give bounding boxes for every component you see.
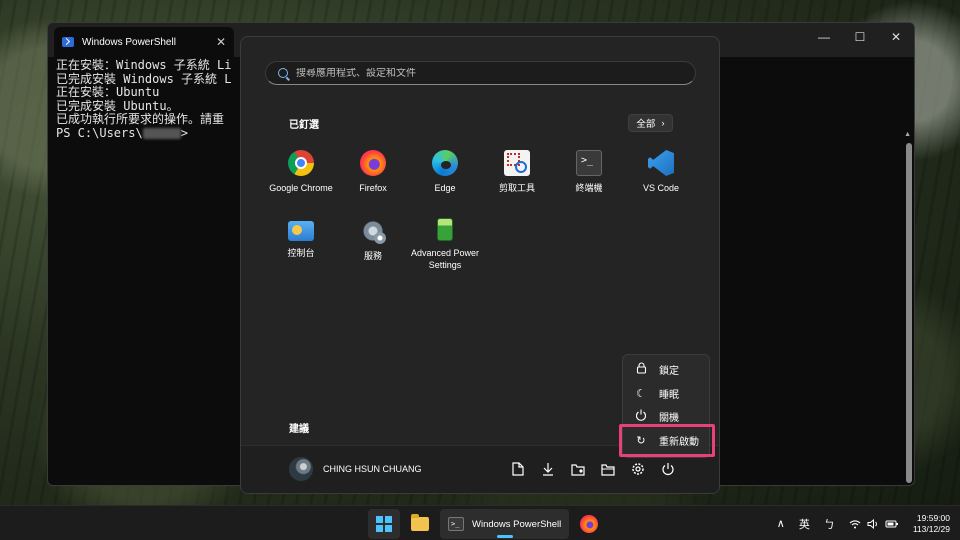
pinned-app-control-panel[interactable]: 控制台 bbox=[265, 215, 337, 271]
downloads-icon[interactable] bbox=[540, 460, 555, 478]
restart-highlight-box bbox=[619, 424, 715, 457]
folder-icon bbox=[411, 514, 429, 531]
prompt-suffix: > bbox=[180, 125, 188, 140]
services-icon bbox=[360, 218, 386, 244]
menu-item-label: 睡眠 bbox=[659, 389, 679, 401]
scrollbar[interactable] bbox=[906, 143, 912, 483]
terminal-icon: >_ bbox=[448, 517, 464, 531]
lock-menu-item[interactable]: 鎖定 bbox=[623, 358, 709, 382]
clock[interactable]: 19:59:00 113/12/29 bbox=[913, 513, 950, 535]
ime-language-indicator[interactable]: 英 bbox=[799, 516, 810, 532]
app-label: 控制台 bbox=[287, 248, 315, 258]
pinned-app-chrome[interactable]: Google Chrome bbox=[265, 147, 337, 203]
powershell-tab[interactable]: Windows PowerShell ✕ bbox=[54, 27, 234, 57]
window-controls: — ☐ ✕ bbox=[806, 23, 914, 51]
menu-item-label: 關機 bbox=[659, 413, 679, 425]
minimize-button[interactable]: — bbox=[806, 23, 842, 51]
powershell-icon bbox=[62, 37, 74, 47]
footer-shortcuts bbox=[510, 460, 675, 478]
redacted-username bbox=[142, 127, 181, 139]
taskbar-apps: >_ Windows PowerShell bbox=[368, 509, 605, 539]
terminal-icon bbox=[576, 150, 602, 176]
taskbar: >_ Windows PowerShell ∧ 英 ㄅ 19:59:00 113… bbox=[0, 505, 960, 540]
app-label: Advanced Power Settings bbox=[410, 248, 480, 270]
power-icon[interactable] bbox=[660, 460, 675, 478]
tab-close-icon[interactable]: ✕ bbox=[216, 35, 226, 49]
pinned-app-vscode[interactable]: VS Code bbox=[625, 147, 697, 203]
all-apps-button[interactable]: 全部 › bbox=[628, 114, 673, 132]
menu-item-label: 鎖定 bbox=[659, 366, 679, 378]
avatar bbox=[289, 457, 313, 481]
clock-date: 113/12/29 bbox=[912, 523, 950, 534]
ime-mode-indicator[interactable]: ㄅ bbox=[824, 516, 835, 532]
recommended-heading: 建議 bbox=[289, 424, 309, 435]
pinned-apps-grid: Google Chrome Firefox Edge 剪取工具 終端機 VS C… bbox=[265, 147, 697, 271]
pinned-app-power-settings[interactable]: Advanced Power Settings bbox=[409, 215, 481, 271]
battery-icon bbox=[885, 520, 898, 527]
taskbar-powershell[interactable]: >_ Windows PowerShell bbox=[440, 509, 570, 539]
taskbar-file-explorer[interactable] bbox=[404, 509, 436, 539]
start-button[interactable] bbox=[368, 509, 400, 539]
edge-icon bbox=[432, 150, 458, 176]
firefox-icon bbox=[360, 150, 386, 176]
explorer-icon[interactable] bbox=[600, 460, 615, 478]
chevron-right-icon: › bbox=[661, 117, 665, 129]
prompt-prefix: PS C:\Users\ bbox=[56, 125, 143, 140]
all-apps-label: 全部 bbox=[636, 119, 656, 130]
powershell-tab-title: Windows PowerShell bbox=[82, 36, 176, 48]
snipping-tool-icon bbox=[504, 150, 530, 176]
pinned-app-snipping-tool[interactable]: 剪取工具 bbox=[481, 147, 553, 203]
user-folder-icon[interactable] bbox=[570, 460, 585, 478]
sleep-menu-item[interactable]: ☾ 睡眠 bbox=[623, 382, 709, 406]
chevron-up-icon[interactable]: ∧ bbox=[777, 517, 785, 530]
close-button[interactable]: ✕ bbox=[878, 23, 914, 51]
wifi-icon bbox=[849, 519, 861, 528]
system-tray: ∧ 英 ㄅ 19:59:00 113/12/29 bbox=[777, 506, 950, 540]
pinned-app-terminal[interactable]: 終端機 bbox=[553, 147, 625, 203]
pinned-app-edge[interactable]: Edge bbox=[409, 147, 481, 203]
taskbar-powershell-label: Windows PowerShell bbox=[472, 518, 562, 530]
firefox-icon bbox=[580, 515, 599, 533]
control-panel-icon bbox=[288, 221, 314, 241]
pinned-heading: 已釘選 bbox=[289, 120, 319, 131]
app-label: Firefox bbox=[359, 183, 387, 193]
maximize-button[interactable]: ☐ bbox=[842, 23, 878, 51]
scroll-up-icon[interactable]: ▲ bbox=[904, 131, 911, 138]
search-input[interactable] bbox=[296, 67, 676, 79]
vscode-icon bbox=[648, 150, 674, 176]
app-label: 終端機 bbox=[575, 183, 603, 193]
app-label: Edge bbox=[434, 183, 456, 193]
power-settings-icon bbox=[437, 218, 453, 241]
search-icon bbox=[278, 68, 288, 78]
app-label: Google Chrome bbox=[269, 183, 333, 193]
power-icon bbox=[635, 409, 647, 424]
quick-settings-button[interactable] bbox=[849, 518, 899, 529]
app-label: VS Code bbox=[642, 183, 680, 193]
windows-logo-icon bbox=[376, 516, 392, 532]
user-account-button[interactable]: CHING HSUN CHUANG bbox=[289, 457, 422, 481]
chrome-icon bbox=[288, 150, 314, 176]
app-label: 剪取工具 bbox=[498, 183, 535, 193]
search-box[interactable] bbox=[265, 61, 696, 85]
taskbar-firefox[interactable] bbox=[573, 509, 605, 539]
volume-icon bbox=[867, 518, 877, 529]
user-name: CHING HSUN CHUANG bbox=[323, 464, 422, 474]
sleep-icon: ☾ bbox=[636, 387, 646, 400]
document-icon[interactable] bbox=[510, 460, 525, 478]
app-label: 服務 bbox=[363, 251, 382, 261]
settings-icon[interactable] bbox=[630, 460, 645, 478]
lock-icon bbox=[635, 362, 647, 377]
pinned-app-services[interactable]: 服務 bbox=[337, 215, 409, 271]
clock-time: 19:59:00 bbox=[916, 512, 950, 523]
pinned-app-firefox[interactable]: Firefox bbox=[337, 147, 409, 203]
